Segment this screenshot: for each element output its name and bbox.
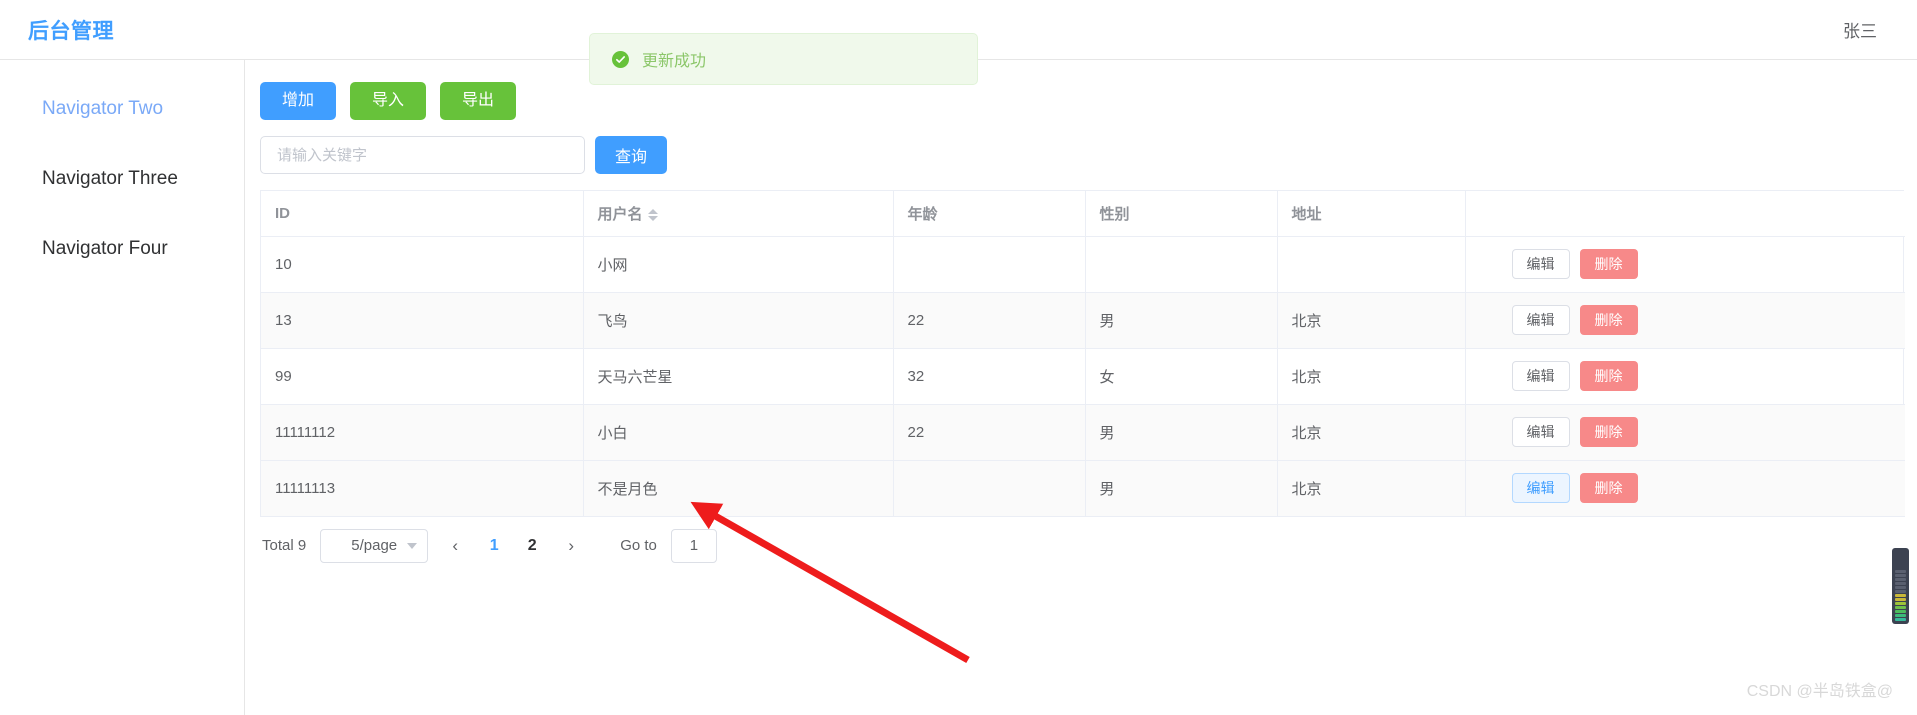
toast-message: 更新成功 — [642, 53, 707, 70]
next-page-button[interactable]: › — [558, 531, 584, 561]
cell-gender: 男 — [1085, 292, 1278, 349]
table-row[interactable]: 11111113 不是月色 男 北京 编辑 删除 — [261, 460, 1905, 517]
search-input[interactable] — [260, 136, 585, 174]
sidebar-item-label: Navigator Four — [42, 238, 168, 259]
delete-button[interactable]: 删除 — [1579, 361, 1638, 391]
column-header-label: ID — [275, 204, 290, 222]
app-brand-title: 后台管理 — [28, 19, 114, 43]
cell-age: 22 — [893, 404, 1086, 461]
page-button-1[interactable]: 1 — [482, 531, 506, 561]
table-header-row: ID 用户名 年龄 性别 地址 — [261, 191, 1905, 237]
cell-id: 13 — [261, 292, 584, 349]
table-body: 10 小网 编辑 删除 13 飞鸟 22 男 北京 编辑 删除 99 天马六芒星… — [261, 236, 1905, 517]
column-header-label: 性别 — [1099, 205, 1130, 223]
query-button[interactable]: 查询 — [595, 136, 668, 174]
cell-username: 小白 — [583, 404, 894, 461]
goto-page-input[interactable] — [670, 528, 717, 563]
sort-arrows-icon[interactable] — [647, 208, 658, 221]
cell-actions: 编辑 删除 — [1465, 292, 1905, 349]
cell-id: 11111113 — [261, 460, 584, 517]
cell-address — [1277, 236, 1466, 293]
column-header-age[interactable]: 年龄 — [893, 191, 1086, 237]
delete-button[interactable]: 删除 — [1579, 305, 1638, 335]
column-header-actions — [1465, 191, 1905, 237]
edit-button[interactable]: 编辑 — [1511, 473, 1570, 503]
cell-address: 北京 — [1277, 460, 1466, 517]
sidebar-item-navigator-three[interactable]: Navigator Three — [0, 144, 244, 214]
table-row[interactable]: 13 飞鸟 22 男 北京 编辑 删除 — [261, 292, 1905, 349]
cell-id: 10 — [261, 236, 584, 293]
main-content: 增加 导入 导出 查询 ID 用户名 — [245, 60, 1917, 715]
cell-username: 飞鸟 — [583, 292, 894, 349]
current-user-name[interactable]: 张三 — [1843, 17, 1877, 42]
table-header: ID 用户名 年龄 性别 地址 — [261, 191, 1905, 237]
cell-gender: 男 — [1085, 404, 1278, 461]
admin-page: 后台管理 张三 Navigator Two Navigator Three Na… — [0, 0, 1917, 715]
cell-id: 11111112 — [261, 404, 584, 461]
sidebar-item-navigator-two[interactable]: Navigator Two — [0, 74, 244, 144]
edit-button[interactable]: 编辑 — [1511, 361, 1570, 391]
edit-button[interactable]: 编辑 — [1511, 305, 1570, 335]
sidebar-nav: Navigator Two Navigator Three Navigator … — [0, 60, 245, 715]
edit-button[interactable]: 编辑 — [1511, 417, 1570, 447]
cell-gender — [1085, 236, 1278, 293]
add-button[interactable]: 增加 — [260, 82, 337, 120]
cell-age: 22 — [893, 292, 1086, 349]
pagination-total: Total 9 — [262, 537, 307, 554]
pagination: Total 9 5/page ‹ 1 2 › Go to — [260, 517, 1917, 575]
search-bar: 查询 — [260, 136, 1917, 174]
cell-age — [893, 460, 1086, 517]
cell-actions: 编辑 删除 — [1465, 404, 1905, 461]
cell-address: 北京 — [1277, 348, 1466, 405]
cell-age — [893, 236, 1086, 293]
cell-address: 北京 — [1277, 404, 1466, 461]
edit-button[interactable]: 编辑 — [1511, 249, 1570, 279]
cell-gender: 男 — [1085, 460, 1278, 517]
success-toast: 更新成功 — [589, 33, 978, 85]
column-header-label: 年龄 — [907, 205, 938, 223]
sidebar-item-label: Navigator Two — [42, 98, 164, 119]
table-row[interactable]: 99 天马六芒星 32 女 北京 编辑 删除 — [261, 348, 1905, 405]
column-header-label: 用户名 — [597, 205, 643, 223]
page-button-2[interactable]: 2 — [520, 531, 544, 561]
delete-button[interactable]: 删除 — [1579, 417, 1638, 447]
cell-id: 99 — [261, 348, 584, 405]
import-button[interactable]: 导入 — [350, 82, 427, 120]
column-header-address[interactable]: 地址 — [1277, 191, 1466, 237]
column-header-username[interactable]: 用户名 — [583, 191, 894, 237]
level-meter-widget[interactable] — [1892, 548, 1909, 624]
cell-actions: 编辑 删除 — [1465, 236, 1905, 293]
cell-address: 北京 — [1277, 292, 1466, 349]
cell-age: 32 — [893, 348, 1086, 405]
cell-username: 小网 — [583, 236, 894, 293]
prev-page-button[interactable]: ‹ — [442, 531, 468, 561]
sidebar-item-navigator-four[interactable]: Navigator Four — [0, 214, 244, 284]
column-header-id[interactable]: ID — [261, 191, 584, 237]
cell-actions: 编辑 删除 — [1465, 460, 1905, 517]
cell-gender: 女 — [1085, 348, 1278, 405]
export-button[interactable]: 导出 — [440, 82, 517, 120]
data-table-container: ID 用户名 年龄 性别 地址 10 小网 编辑 删除 13 飞鸟 22 男 北… — [260, 190, 1905, 517]
column-header-gender[interactable]: 性别 — [1085, 191, 1278, 237]
action-toolbar: 增加 导入 导出 — [260, 82, 1917, 120]
page-size-select[interactable]: 5/page — [320, 528, 429, 563]
goto-label: Go to — [620, 537, 657, 554]
cell-username: 天马六芒星 — [583, 348, 894, 405]
users-table: ID 用户名 年龄 性别 地址 10 小网 编辑 删除 13 飞鸟 22 男 北… — [261, 191, 1905, 517]
cell-username: 不是月色 — [583, 460, 894, 517]
watermark-text: CSDN @半岛铁盒@ — [1746, 683, 1893, 700]
table-row[interactable]: 11111112 小白 22 男 北京 编辑 删除 — [261, 404, 1905, 461]
page-size-label: 5/page — [351, 537, 398, 554]
sidebar-item-label: Navigator Three — [42, 168, 178, 189]
column-header-label: 地址 — [1291, 205, 1322, 223]
delete-button[interactable]: 删除 — [1579, 249, 1638, 279]
cell-actions: 编辑 删除 — [1465, 348, 1905, 405]
check-circle-icon — [612, 50, 629, 68]
table-row[interactable]: 10 小网 编辑 删除 — [261, 236, 1905, 293]
delete-button[interactable]: 删除 — [1579, 473, 1638, 503]
chevron-down-icon — [407, 542, 418, 549]
